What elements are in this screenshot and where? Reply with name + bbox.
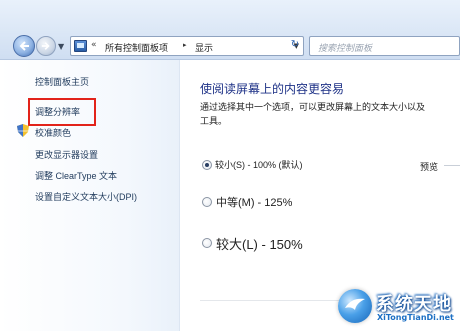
breadcrumb-separator-icon[interactable]: ▸ <box>183 41 187 49</box>
forward-button[interactable] <box>36 36 56 56</box>
address-bar[interactable]: « 所有控制面板项 ▸ 显示 ▼ <box>70 36 304 56</box>
sidebar-item-calibrate-color[interactable]: 校准颜色 <box>35 126 71 139</box>
search-placeholder: 搜索控制面板 <box>318 44 373 54</box>
option-label-smaller[interactable]: 较小(S) - 100% (默认) <box>215 158 303 171</box>
option-label-medium[interactable]: 中等(M) - 125% <box>216 194 292 210</box>
preview-label: 预览 <box>420 162 439 172</box>
sidebar-item-adjust-cleartype[interactable]: 调整 ClearType 文本 <box>35 169 117 182</box>
page-description: 通过选择其中一个选项，可以更改屏幕上的文本大小以及 工具。 <box>200 100 460 128</box>
sidebar-item-custom-text-size[interactable]: 设置自定义文本大小(DPI) <box>35 190 137 203</box>
watermark-globe-icon <box>338 289 372 323</box>
watermark-url: XiTongTianDi.net <box>377 313 454 322</box>
breadcrumb-all-items[interactable]: 所有控制面板项 <box>105 41 168 54</box>
divider <box>200 300 340 301</box>
watermark-bird-icon <box>345 298 365 310</box>
radio-medium[interactable] <box>202 197 212 207</box>
explorer-toolbar: ▼ « 所有控制面板项 ▸ 显示 ▼ ↻ 搜索控制面板 <box>0 0 460 60</box>
option-label-larger[interactable]: 较大(L) - 150% <box>216 234 303 253</box>
sidebar-item-change-display-settings[interactable]: 更改显示器设置 <box>35 148 98 161</box>
radio-smaller[interactable] <box>202 160 212 170</box>
shield-icon <box>17 124 29 137</box>
highlight-box <box>28 98 96 126</box>
search-box[interactable]: 搜索控制面板 <box>309 36 460 56</box>
radio-larger[interactable] <box>202 238 212 248</box>
refresh-icon: ↻ <box>290 39 300 50</box>
back-button[interactable] <box>13 35 35 57</box>
breadcrumb-overflow-icon[interactable]: « <box>91 40 97 50</box>
page-title: 使阅读屏幕上的内容更容易 <box>200 82 345 96</box>
forward-arrow-icon <box>41 42 50 50</box>
description-line-1: 通过选择其中一个选项，可以更改屏幕上的文本大小以及 <box>200 102 426 112</box>
history-dropdown-icon[interactable]: ▼ <box>58 42 64 51</box>
sidebar-item-control-panel-home[interactable]: 控制面板主页 <box>35 75 89 88</box>
description-line-2: 工具。 <box>200 116 228 126</box>
preview-frame <box>444 165 460 166</box>
breadcrumb-display[interactable]: 显示 <box>195 41 213 54</box>
control-panel-icon <box>74 40 87 52</box>
refresh-button[interactable]: ↻ <box>286 36 304 56</box>
back-arrow-icon <box>19 41 29 51</box>
